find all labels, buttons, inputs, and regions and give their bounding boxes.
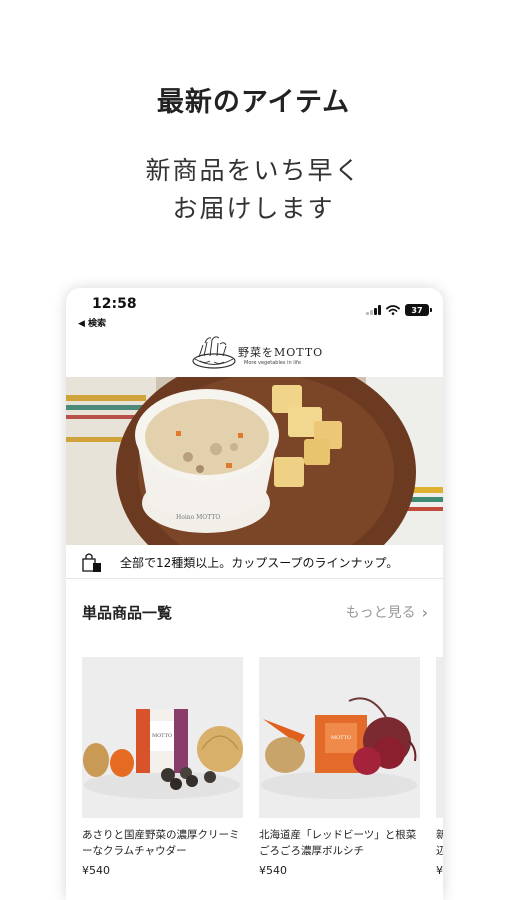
status-time: 12:58 (92, 296, 137, 312)
vegetable-basket-icon (192, 336, 236, 369)
back-to-search-link[interactable]: ◀ 検索 (78, 316, 106, 329)
product-image-red-beet-borscht: MOTTO (259, 657, 420, 818)
svg-text:Hoino MOTTO: Hoino MOTTO (176, 514, 220, 521)
svg-text:MOTTO: MOTTO (331, 735, 351, 741)
wifi-icon (386, 305, 400, 315)
lineup-banner-text: 全部で12種類以上。カップスープのラインナップ。 (120, 556, 399, 570)
promo-subtitle-line-2: お届けします (172, 194, 335, 223)
hero-image-clam-chowder-cup[interactable]: Hoino MOTTO (66, 377, 443, 545)
product-card[interactable]: MOTTO 北海道産「レッドビーツ」と根菜ごろごろ濃厚ボルシチ ¥540 (259, 657, 420, 877)
promo-subtitle: 新商品をいち早く お届けします (0, 152, 507, 228)
status-bar: 12:58 ◀ 検索 37 (66, 288, 443, 332)
section-title: 単品商品一覧 (82, 604, 173, 622)
promo-subtitle-line-1: 新商品をいち早く (145, 156, 362, 185)
product-price: ¥540 (259, 864, 287, 877)
chevron-right-icon: › (421, 602, 428, 622)
promo-title: 最新のアイテム (156, 87, 351, 118)
see-more-link[interactable]: もっと見る › (346, 602, 428, 622)
status-icons: 37 (366, 304, 432, 316)
single-items-section-header: 単品商品一覧 もっと見る › (82, 600, 428, 624)
product-card[interactable]: 新辺 ¥ (436, 657, 443, 877)
product-image-clam-chowder: MOTTO (82, 657, 243, 818)
product-price: ¥ (436, 864, 443, 877)
lineup-banner[interactable]: 全部で12種類以上。カップスープのラインナップ。 (66, 545, 443, 579)
signal-icon (366, 305, 381, 315)
product-image-partial (436, 657, 443, 818)
product-price: ¥540 (82, 864, 110, 877)
brand-logo-tagline: More vegetables in life (244, 360, 301, 366)
product-name: あさりと国産野菜の濃厚クリーミーなクラムチャウダー (82, 829, 240, 857)
phone-screen: 12:58 ◀ 検索 37 野菜をMOTTO More vegetables i… (66, 288, 443, 900)
see-more-label: もっと見る (345, 605, 416, 621)
svg-text:MOTTO: MOTTO (152, 733, 172, 739)
product-name: 北海道産「レッドビーツ」と根菜ごろごろ濃厚ボルシチ (259, 829, 417, 857)
product-name: 新辺 (436, 829, 443, 857)
brand-logo[interactable]: 野菜をMOTTO More vegetables in life (190, 334, 326, 372)
brand-logo-text: 野菜をMOTTO (238, 346, 324, 359)
battery-icon: 37 (405, 304, 432, 316)
shopping-bag-icon (82, 553, 101, 572)
product-card[interactable]: MOTTO あさりと国産野菜の濃厚クリーミーなクラムチャウダー ¥540 (82, 657, 243, 877)
